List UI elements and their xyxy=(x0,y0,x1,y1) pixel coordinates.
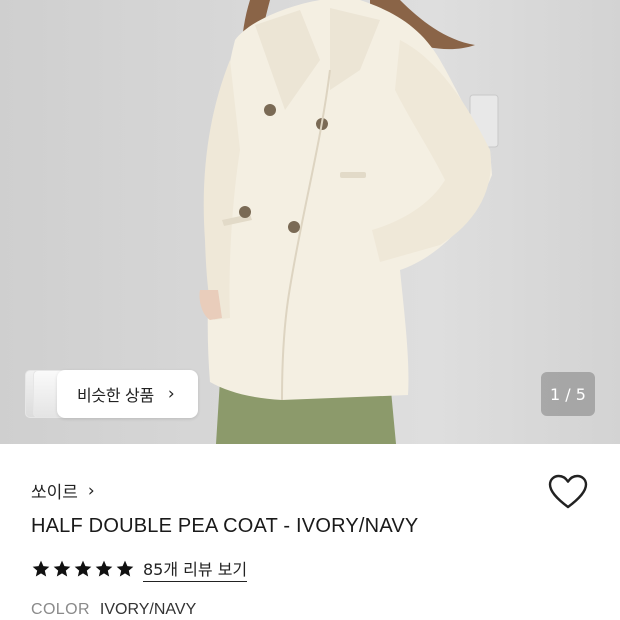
star-filled-icon xyxy=(53,560,71,577)
color-value: IVORY/NAVY xyxy=(99,601,197,618)
star-filled-icon xyxy=(95,560,113,577)
similar-products-label: 비슷한 상품 xyxy=(77,386,154,405)
product-image-carousel[interactable]: 비슷한 상품 › 1 / 5 xyxy=(0,0,620,444)
star-filled-icon xyxy=(32,560,50,577)
star-filled-icon xyxy=(74,560,92,577)
color-label: COLOR xyxy=(31,601,90,618)
chevron-right-icon: › xyxy=(167,384,175,404)
color-option-row: COLOR IVORY/NAVY xyxy=(31,601,196,619)
rating-stars xyxy=(31,559,135,579)
star-filled-icon xyxy=(116,560,134,577)
brand-name: 쏘이르 xyxy=(31,483,78,503)
similar-products-pill[interactable]: 비슷한 상품 › xyxy=(57,370,198,418)
chevron-right-icon: › xyxy=(87,480,95,501)
heart-outline-icon[interactable] xyxy=(548,474,588,510)
image-pager-indicator: 1 / 5 xyxy=(541,372,595,416)
brand-link[interactable]: 쏘이르 › xyxy=(31,478,95,504)
product-info: 쏘이르 › HALF DOUBLE PEA COAT - IVORY/NAVY … xyxy=(0,444,620,620)
product-title: HALF DOUBLE PEA COAT - IVORY/NAVY xyxy=(31,515,419,537)
similar-products-button[interactable]: 비슷한 상품 › xyxy=(25,370,198,418)
rating-row: 85개 리뷰 보기 xyxy=(31,556,248,582)
reviews-link[interactable]: 85개 리뷰 보기 xyxy=(143,556,248,582)
